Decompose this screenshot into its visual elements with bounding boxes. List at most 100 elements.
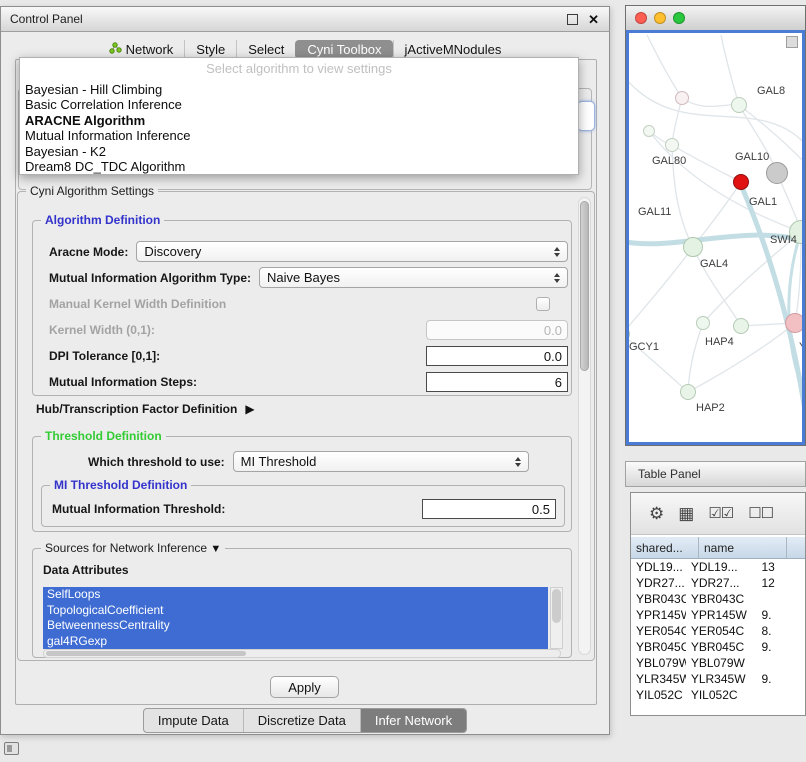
- table-cell: YPR145W: [686, 608, 757, 622]
- which-threshold-label: Which threshold to use:: [88, 455, 225, 469]
- network-node[interactable]: [785, 313, 805, 333]
- table-column-header-name[interactable]: name: [699, 537, 787, 559]
- table-panel-title: Table Panel: [638, 467, 701, 481]
- network-node[interactable]: [675, 91, 689, 105]
- tab-select[interactable]: Select: [236, 40, 295, 59]
- bottom-tab-discretize-data[interactable]: Discretize Data: [243, 709, 360, 732]
- network-node[interactable]: [733, 174, 749, 190]
- kernel-width-field[interactable]: 0.0: [426, 320, 568, 340]
- dpi-tolerance-field[interactable]: 0.0: [426, 346, 568, 366]
- network-node-label-gal1: GAL1: [749, 196, 777, 208]
- tab-style[interactable]: Style: [184, 40, 236, 59]
- table-cell: 12: [756, 576, 805, 590]
- data-attributes-list[interactable]: SelfLoopsTopologicalCoefficientBetweenne…: [43, 587, 548, 649]
- table-row[interactable]: YBL079WYBL079W: [631, 655, 805, 671]
- table-column-header-shared[interactable]: shared...: [631, 537, 699, 559]
- dropdown-item-bayesian-hill-climbing[interactable]: Bayesian - Hill Climbing: [20, 82, 578, 97]
- tab-label: Style: [196, 42, 225, 57]
- algorithm-combo-fragment[interactable]: [577, 101, 595, 131]
- settings-scrollbar-thumb[interactable]: [580, 201, 589, 371]
- attribute-item-topologicalcoefficient[interactable]: TopologicalCoefficient: [43, 603, 548, 619]
- network-node-label-gal4: GAL4: [700, 258, 728, 270]
- select-all-rows-icon[interactable]: ☑☑: [708, 506, 733, 521]
- collapsed-arrow-icon[interactable]: ▶: [245, 402, 254, 416]
- attribute-item-gal4rgexp[interactable]: gal4RGexp: [43, 634, 548, 650]
- column-visibility-icon[interactable]: ▦: [678, 505, 693, 522]
- table-row[interactable]: YER054CYER054C8.: [631, 623, 805, 639]
- manual-kernel-checkbox[interactable]: [536, 297, 550, 311]
- mi-threshold-field[interactable]: 0.5: [422, 499, 556, 519]
- zoom-traffic-light-icon[interactable]: [673, 12, 685, 24]
- minimize-traffic-light-icon[interactable]: [654, 12, 666, 24]
- control-panel-titlebar[interactable]: Control Panel ✕: [1, 7, 609, 32]
- dock-panel-icon[interactable]: [4, 742, 19, 755]
- aracne-mode-combobox[interactable]: Discovery: [136, 241, 568, 262]
- network-node[interactable]: [731, 97, 747, 113]
- table-row[interactable]: YDL19...YDL19...13: [631, 559, 805, 575]
- table-row[interactable]: YBR045CYBR045C9.: [631, 639, 805, 655]
- table-cell: YBR043C: [686, 592, 757, 606]
- tab-network[interactable]: Network: [98, 40, 185, 59]
- expanded-arrow-icon[interactable]: ▼: [210, 543, 221, 555]
- table-column-header-col3[interactable]: [787, 537, 806, 559]
- close-traffic-light-icon[interactable]: [635, 12, 647, 24]
- bottom-tab-impute-data[interactable]: Impute Data: [144, 709, 243, 732]
- network-node[interactable]: [643, 125, 655, 137]
- network-node[interactable]: [683, 237, 703, 257]
- dropdown-item-aracne-algorithm[interactable]: ARACNE Algorithm: [20, 113, 578, 128]
- attribute-item-betweennesscentrality[interactable]: BetweennessCentrality: [43, 618, 548, 634]
- table-cell: YER054C: [686, 624, 757, 638]
- dropdown-item-bayesian-k2[interactable]: Bayesian - K2: [20, 144, 578, 159]
- tab-jactivemnodules[interactable]: jActiveMNodules: [393, 40, 513, 59]
- algorithm-definition-groupbox: Algorithm Definition Aracne Mode: Discov…: [32, 220, 572, 396]
- attribute-item-selfloops[interactable]: SelfLoops: [43, 587, 548, 603]
- network-node[interactable]: [696, 316, 710, 330]
- network-node[interactable]: [665, 138, 679, 152]
- close-window-icon[interactable]: ✕: [588, 13, 599, 26]
- table-cell: YBR045C: [686, 640, 757, 654]
- table-row[interactable]: YDR27...YDR27...12: [631, 575, 805, 591]
- attributes-horizontal-scrollbar[interactable]: [43, 649, 561, 658]
- network-node[interactable]: [766, 162, 788, 184]
- table-row[interactable]: YLR345WYLR345W9.: [631, 671, 805, 687]
- mi-type-combobox[interactable]: Naive Bayes: [259, 267, 568, 288]
- settings-gear-icon[interactable]: ⚙: [649, 505, 663, 522]
- sources-title-text: Sources for Network Inference: [45, 541, 207, 555]
- network-window-titlebar[interactable]: [626, 6, 805, 31]
- mi-type-label: Mutual Information Algorithm Type:: [49, 271, 251, 285]
- float-window-icon[interactable]: [567, 14, 578, 25]
- data-attributes-label: Data Attributes: [43, 563, 129, 577]
- table-cell: 9.: [756, 640, 805, 654]
- tab-label: Cyni Toolbox: [307, 42, 381, 57]
- table-row[interactable]: YIL052CYIL052C: [631, 687, 805, 703]
- algorithm-dropdown-popup: Select algorithm to view settings Bayesi…: [19, 57, 579, 175]
- bottom-tab-infer-network[interactable]: Infer Network: [360, 709, 466, 732]
- cyni-settings-title: Cyni Algorithm Settings: [26, 184, 158, 198]
- apply-button[interactable]: Apply: [270, 676, 339, 698]
- mi-steps-field[interactable]: 6: [426, 372, 568, 392]
- table-panel-header[interactable]: Table Panel: [625, 461, 806, 487]
- tab-cyni-toolbox[interactable]: Cyni Toolbox: [295, 40, 392, 59]
- bottom-tabs-wrap: Impute DataDiscretize DataInfer Network: [1, 708, 609, 733]
- tab-label: jActiveMNodules: [405, 42, 502, 57]
- dropdown-item-basic-correlation-inference[interactable]: Basic Correlation Inference: [20, 97, 578, 112]
- network-node-label-hap2: HAP2: [696, 402, 725, 414]
- scrollbar-corner-box[interactable]: [786, 36, 798, 48]
- network-canvas[interactable]: GAL8GAL80GAL10GAL11GAL1SWI4GAL4GCY1HAP4Y…: [626, 30, 805, 445]
- which-threshold-combobox[interactable]: MI Threshold: [233, 451, 529, 472]
- table-toolbar: ⚙ ▦ ☑☑ ☐☐: [631, 493, 805, 535]
- combo-arrows-icon: [550, 273, 564, 283]
- aracne-mode-value: Discovery: [144, 244, 550, 259]
- deselect-all-rows-icon[interactable]: ☐☐: [748, 506, 773, 521]
- attributes-vertical-scrollbar[interactable]: [550, 587, 563, 649]
- table-row[interactable]: YPR145WYPR145W9.: [631, 607, 805, 623]
- dropdown-item-dream8-dc-tdc-algorithm[interactable]: Dream8 DC_TDC Algorithm: [20, 159, 578, 174]
- which-threshold-value: MI Threshold: [241, 454, 511, 469]
- settings-scrollbar[interactable]: [578, 197, 591, 655]
- hub-definition-toggle[interactable]: Hub/Transcription Factor Definition ▶: [36, 402, 255, 416]
- table-row[interactable]: YBR043CYBR043C: [631, 591, 805, 607]
- network-node[interactable]: [680, 384, 696, 400]
- network-node[interactable]: [733, 318, 749, 334]
- dropdown-item-mutual-information-inference[interactable]: Mutual Information Inference: [20, 128, 578, 143]
- aracne-mode-label: Aracne Mode:: [49, 245, 128, 259]
